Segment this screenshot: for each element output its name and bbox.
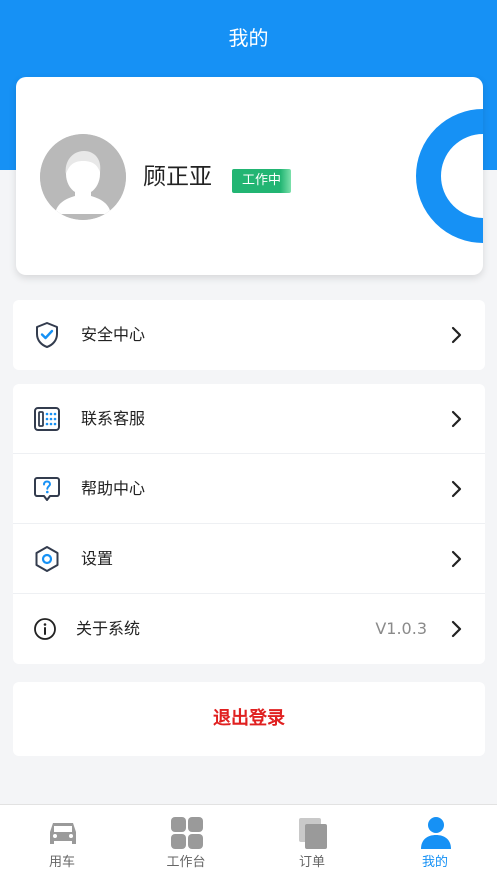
- phone-keypad-icon: [33, 405, 61, 433]
- menu-item-help[interactable]: 帮助中心: [13, 454, 485, 524]
- menu-label-help: 帮助中心: [81, 479, 146, 498]
- car-icon: [45, 815, 81, 851]
- menu-label-about: 关于系统: [76, 619, 141, 638]
- menu-item-support[interactable]: 联系客服: [13, 384, 485, 454]
- chevron-right-icon: [449, 480, 463, 498]
- menu-group-security: 安全中心: [13, 300, 485, 370]
- question-bubble-icon: [33, 475, 61, 503]
- hexagon-gear-icon: [33, 545, 61, 573]
- menu-item-security[interactable]: 安全中心: [13, 300, 485, 370]
- shield-check-icon: [33, 321, 61, 349]
- chevron-right-icon: [449, 620, 463, 638]
- menu-label-security: 安全中心: [81, 325, 146, 344]
- profile-card[interactable]: 顾正亚 工作中: [16, 77, 483, 275]
- tab-label-orders: 订单: [298, 855, 325, 870]
- page-title: 我的: [228, 26, 269, 50]
- user-avatar-icon[interactable]: [40, 134, 126, 220]
- chevron-right-icon: [449, 410, 463, 428]
- tab-mine[interactable]: 我的: [373, 805, 497, 883]
- menu-label-support: 联系客服: [81, 409, 146, 428]
- version-value: V1.0.3: [375, 619, 427, 638]
- menu-item-settings[interactable]: 设置: [13, 524, 485, 594]
- menu-group-main: 联系客服 帮助中心 设置 关于系统 V1.0.3: [13, 384, 485, 664]
- chevron-right-icon: [449, 326, 463, 344]
- tab-workbench[interactable]: 工作台: [124, 805, 248, 883]
- orders-icon: [295, 815, 331, 851]
- user-icon: [418, 815, 454, 851]
- tab-label-workbench: 工作台: [166, 855, 206, 870]
- status-badge: 工作中: [232, 169, 292, 193]
- menu-item-about[interactable]: 关于系统 V1.0.3: [13, 594, 485, 664]
- grid-icon: [169, 815, 205, 851]
- user-name: 顾正亚: [143, 164, 212, 190]
- bottom-tab-bar: 用车 工作台 订单 我的: [0, 804, 497, 883]
- tab-orders[interactable]: 订单: [250, 805, 374, 883]
- tab-label-mine: 我的: [421, 855, 448, 870]
- info-icon: [33, 617, 57, 641]
- tab-label-car: 用车: [48, 855, 75, 870]
- chevron-right-icon: [449, 550, 463, 568]
- tab-car[interactable]: 用车: [0, 805, 124, 883]
- decorative-ring: [416, 109, 483, 243]
- logout-button[interactable]: 退出登录: [13, 682, 485, 756]
- menu-label-settings: 设置: [81, 549, 114, 568]
